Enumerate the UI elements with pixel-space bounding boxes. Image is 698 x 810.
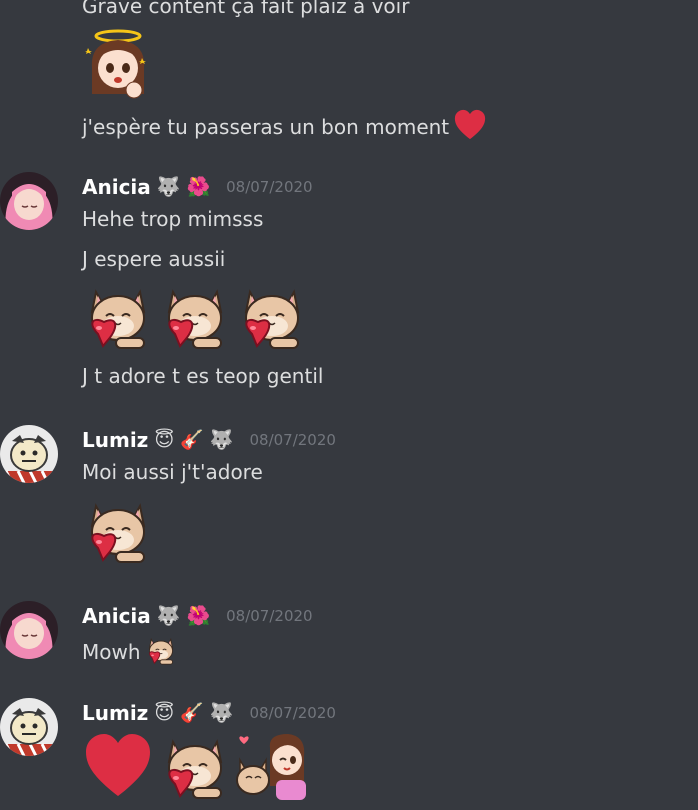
cat-heart-emote (236, 280, 308, 352)
message-text: Grave content ça fait plaiz à voir (82, 0, 410, 18)
cat-heart-emote (82, 280, 154, 352)
avatar[interactable] (0, 698, 58, 756)
avatar[interactable] (0, 172, 58, 230)
hibiscus-icon: 🌺 (186, 176, 211, 198)
hibiscus-icon: 🌺 (186, 605, 211, 627)
message-header: Anicia 🐺 🌺 08/07/2020 (82, 601, 313, 631)
timestamp[interactable]: 08/07/2020 (226, 607, 312, 625)
angel-face-icon: 😇 (154, 702, 175, 724)
message-header: Lumiz 😇 🎸 🐺 08/07/2020 (82, 698, 336, 728)
heart-emoji (453, 108, 487, 149)
guitar-icon: 🎸 (180, 429, 204, 451)
cat-heart-emote (145, 634, 177, 673)
message-header: Anicia 🐺 🌺 08/07/2020 (82, 172, 313, 202)
username[interactable]: Anicia (82, 604, 151, 628)
message-text: Hehe trop mimsss (82, 207, 264, 231)
avatar[interactable] (0, 425, 58, 483)
username[interactable]: Anicia (82, 175, 151, 199)
message-header: Lumiz 😇 🎸 🐺 08/07/2020 (82, 425, 336, 455)
cat-heart-emote (159, 730, 231, 802)
message-text: Moi aussi j't'adore (82, 460, 263, 484)
message-text: j'espère tu passeras un bon moment (82, 108, 487, 149)
timestamp[interactable]: 08/07/2020 (249, 431, 335, 449)
cat-heart-emote (82, 494, 154, 566)
timestamp[interactable]: 08/07/2020 (226, 178, 312, 196)
heart-emoji (82, 730, 154, 802)
angel-face-icon: 😇 (154, 429, 175, 451)
guitar-icon: 🎸 (180, 702, 204, 724)
username[interactable]: Lumiz (82, 701, 148, 725)
wolf-icon: 🐺 (156, 176, 181, 198)
cat-heart-emote (159, 280, 231, 352)
message-text: J t adore t es teop gentil (82, 364, 324, 388)
message-text: Mowh (82, 634, 177, 673)
message-text: J espere aussii (82, 247, 226, 271)
avatar[interactable] (0, 601, 58, 659)
wolf-icon: 🐺 (209, 702, 234, 724)
girl-cat-hug-emote (236, 730, 308, 802)
username[interactable]: Lumiz (82, 428, 148, 452)
wolf-icon: 🐺 (209, 429, 234, 451)
angel-girl-emote (82, 28, 154, 100)
wolf-icon: 🐺 (156, 605, 181, 627)
timestamp[interactable]: 08/07/2020 (249, 704, 335, 722)
